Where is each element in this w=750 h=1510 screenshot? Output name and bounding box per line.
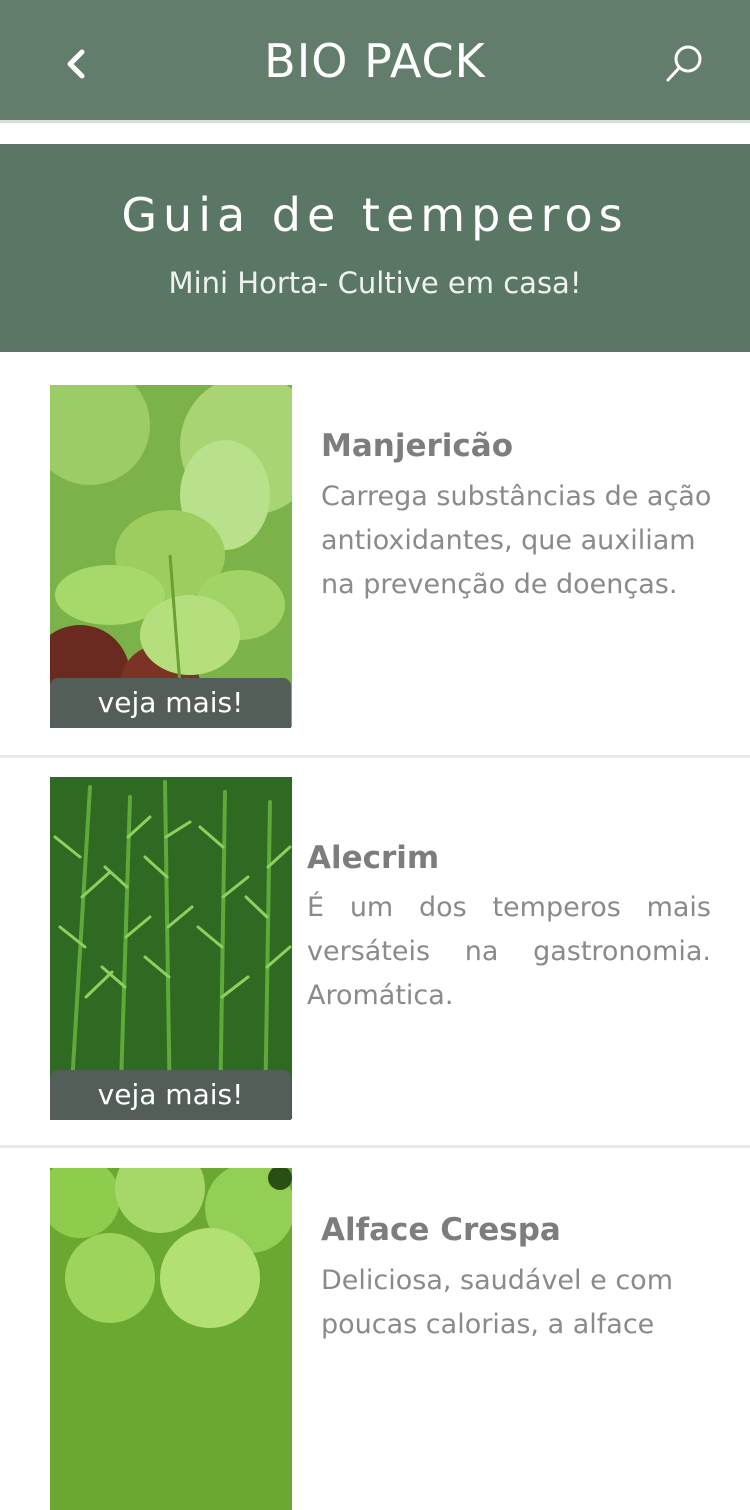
top-app-bar: BIO PACK xyxy=(0,0,750,123)
divider xyxy=(0,755,750,758)
see-more-button[interactable]: veja mais! xyxy=(50,678,291,728)
search-icon xyxy=(666,45,702,82)
rosemary-image[interactable] xyxy=(50,777,292,1119)
basil-image[interactable] xyxy=(50,385,292,727)
item-description: É um dos temperos mais versáteis na gast… xyxy=(307,892,711,1011)
back-button[interactable] xyxy=(58,40,98,88)
item-title: Alface Crespa xyxy=(321,1212,561,1248)
lettuce-photo xyxy=(50,1168,292,1510)
item-description: Carrega substâncias de ação antioxidante… xyxy=(321,481,712,600)
basil-photo xyxy=(50,385,292,727)
guide-banner xyxy=(0,144,750,352)
chevron-left-icon xyxy=(67,49,85,79)
item-title: Manjericão xyxy=(321,428,513,464)
app-title: BIO PACK xyxy=(264,34,486,88)
banner-subtitle: Mini Horta- Cultive em casa! xyxy=(168,266,582,300)
divider xyxy=(0,1145,750,1148)
search-button[interactable] xyxy=(660,40,708,88)
banner-title: Guia de temperos xyxy=(121,188,629,242)
see-more-button[interactable]: veja mais! xyxy=(50,1070,291,1120)
lettuce-image[interactable] xyxy=(50,1168,292,1510)
item-title: Alecrim xyxy=(307,840,440,876)
rosemary-photo xyxy=(50,777,292,1119)
